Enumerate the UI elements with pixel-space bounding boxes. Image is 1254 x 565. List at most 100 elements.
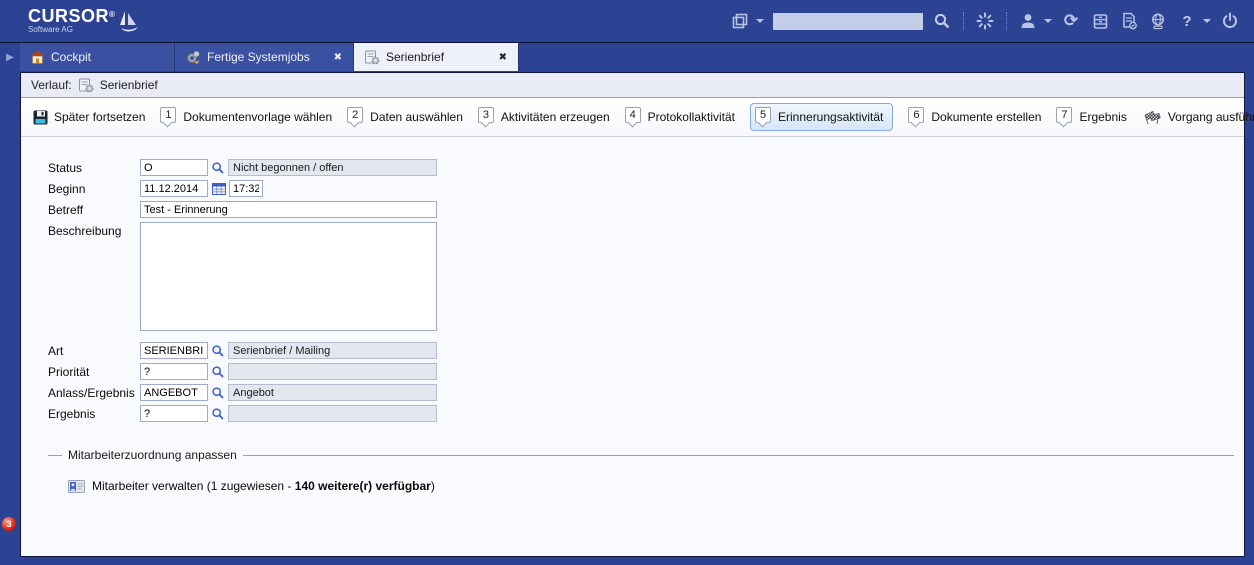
user-icon[interactable]	[1018, 11, 1038, 31]
anlass-lookup-icon[interactable]	[208, 386, 228, 400]
main-frame: Verlauf: Serienbrief Später fortsetzen 1…	[20, 72, 1245, 557]
step-3-aktivitaeten-erzeugen[interactable]: 3 Aktivitäten erzeugen	[478, 107, 610, 127]
section-divider	[243, 455, 1234, 456]
link-suffix: )	[431, 479, 435, 493]
window-stack-icon[interactable]	[730, 11, 750, 31]
archive-cabinet-icon[interactable]	[1090, 11, 1110, 31]
status-row: Status Nicht begonnen / offen	[48, 159, 1244, 176]
priority-code-input[interactable]	[140, 363, 208, 380]
step-2-daten-auswaehlen[interactable]: 2 Daten auswählen	[347, 107, 463, 127]
breadcrumb-label: Verlauf:	[31, 78, 72, 92]
step-label: Aktivitäten erzeugen	[501, 110, 610, 124]
tab-cockpit[interactable]: Cockpit	[20, 43, 175, 71]
step-number-badge: 7	[1056, 107, 1072, 123]
global-search-input[interactable]	[773, 13, 923, 30]
help-menu-caret-icon[interactable]	[1203, 19, 1211, 23]
tab-label: Fertige Systemjobs	[207, 50, 327, 64]
cursor-logo: CURSOR® Software AG	[28, 7, 141, 35]
tab-label: Cockpit	[51, 50, 164, 64]
run-process-button[interactable]: Vorgang ausführen	[1142, 109, 1254, 125]
step-number-badge: 4	[625, 107, 641, 123]
run-process-label: Vorgang ausführen	[1168, 110, 1254, 124]
brand-registered: ®	[109, 10, 115, 19]
subject-label: Betreff	[48, 203, 140, 217]
tab-fertige-systemjobs[interactable]: Fertige Systemjobs ✖	[175, 43, 354, 71]
globe-icon[interactable]	[1148, 11, 1168, 31]
notification-badge[interactable]: 3	[2, 517, 16, 531]
step-number-badge: 2	[347, 107, 363, 123]
tab-strip: ▶ Cockpit Fertige Systemjobs ✖ Serienbri…	[0, 43, 1254, 71]
step-6-dokumente-erstellen[interactable]: 6 Dokumente erstellen	[908, 107, 1041, 127]
step-label: Daten auswählen	[370, 110, 463, 124]
refresh-icon[interactable]: ⟳	[1061, 11, 1081, 31]
systemjobs-gear-icon	[185, 50, 201, 65]
step-5-erinnerungsaktivitaet[interactable]: 5 Erinnerungsaktivität	[750, 103, 893, 131]
save-later-label: Später fortsetzen	[54, 110, 145, 124]
step-label: Ergebnis	[1079, 110, 1126, 124]
save-later-button[interactable]: Später fortsetzen	[33, 110, 145, 125]
floppy-disk-icon	[33, 110, 48, 125]
calendar-icon[interactable]	[208, 182, 229, 195]
step-label: Erinnerungsaktivität	[778, 110, 883, 124]
step-1-dokumentenvorlage[interactable]: 1 Dokumentenvorlage wählen	[160, 107, 332, 127]
document-edit-icon[interactable]	[1119, 11, 1139, 31]
header-actions: ⟳ ?	[730, 11, 1240, 31]
tab-close-icon[interactable]: ✖	[498, 52, 508, 63]
step-7-ergebnis[interactable]: 7 Ergebnis	[1056, 107, 1126, 127]
user-menu-caret-icon[interactable]	[1044, 19, 1052, 23]
begin-time-input[interactable]	[229, 180, 263, 197]
link-bold-count: 140 weitere(r) verfügbar	[295, 479, 431, 493]
art-label: Art	[48, 344, 140, 358]
description-label: Beschreibung	[48, 222, 140, 238]
ergebnis-row: Ergebnis	[48, 405, 1244, 422]
manage-employees-text: Mitarbeiter verwalten (1 zugewiesen - 14…	[92, 479, 435, 493]
tab-label: Serienbrief	[386, 50, 492, 64]
art-code-input[interactable]	[140, 342, 208, 359]
breadcrumb: Verlauf: Serienbrief	[21, 73, 1244, 98]
begin-date-input[interactable]	[140, 180, 208, 197]
tab-close-icon[interactable]: ✖	[333, 52, 343, 63]
step-number-badge: 3	[478, 107, 494, 123]
anlass-label: Anlass/Ergebnis	[48, 386, 140, 400]
step-number-badge: 5	[755, 107, 771, 123]
header-divider	[1006, 12, 1007, 30]
priority-label: Priorität	[48, 365, 140, 379]
checkered-flag-icon	[1142, 109, 1162, 125]
section-title: Mitarbeiterzuordnung anpassen	[68, 448, 237, 462]
begin-row: Beginn	[48, 180, 1244, 197]
help-icon[interactable]: ?	[1177, 11, 1197, 31]
step-4-protokollaktivitaet[interactable]: 4 Protokollaktivität	[625, 107, 735, 127]
serienbrief-document-icon	[364, 50, 380, 65]
form-content: Status Nicht begonnen / offen Beginn Bet…	[21, 137, 1244, 556]
section-divider	[48, 455, 62, 456]
status-code-input[interactable]	[140, 159, 208, 176]
status-lookup-icon[interactable]	[208, 161, 228, 175]
sailboat-icon	[119, 9, 141, 35]
ergebnis-code-input[interactable]	[140, 405, 208, 422]
art-lookup-icon[interactable]	[208, 344, 228, 358]
manage-employees-link[interactable]: Mitarbeiter verwalten (1 zugewiesen - 14…	[68, 479, 1244, 493]
breadcrumb-item[interactable]: Serienbrief	[100, 78, 158, 92]
step-number-badge: 1	[160, 107, 176, 123]
ergebnis-label: Ergebnis	[48, 407, 140, 421]
serienbrief-document-icon	[78, 78, 94, 93]
brand-subtitle: Software AG	[28, 26, 115, 34]
ergebnis-lookup-icon[interactable]	[208, 407, 228, 421]
anlass-code-input[interactable]	[140, 384, 208, 401]
status-text-field: Nicht begonnen / offen	[228, 159, 437, 176]
step-number-badge: 6	[908, 107, 924, 123]
subject-row: Betreff	[48, 201, 1244, 218]
tab-scroll-arrow-icon[interactable]: ▶	[0, 43, 20, 71]
power-icon[interactable]	[1220, 11, 1240, 31]
subject-input[interactable]	[140, 201, 437, 218]
search-icon[interactable]	[932, 11, 952, 31]
step-label: Dokumente erstellen	[931, 110, 1041, 124]
priority-lookup-icon[interactable]	[208, 365, 228, 379]
window-menu-caret-icon[interactable]	[756, 19, 764, 23]
brand-name: CURSOR	[28, 6, 109, 26]
tab-serienbrief[interactable]: Serienbrief ✖	[354, 43, 519, 71]
art-text-field: Serienbrief / Mailing	[228, 342, 437, 359]
description-textarea[interactable]	[140, 222, 437, 331]
app-header: CURSOR® Software AG	[0, 0, 1254, 43]
step-label: Protokollaktivität	[648, 110, 735, 124]
